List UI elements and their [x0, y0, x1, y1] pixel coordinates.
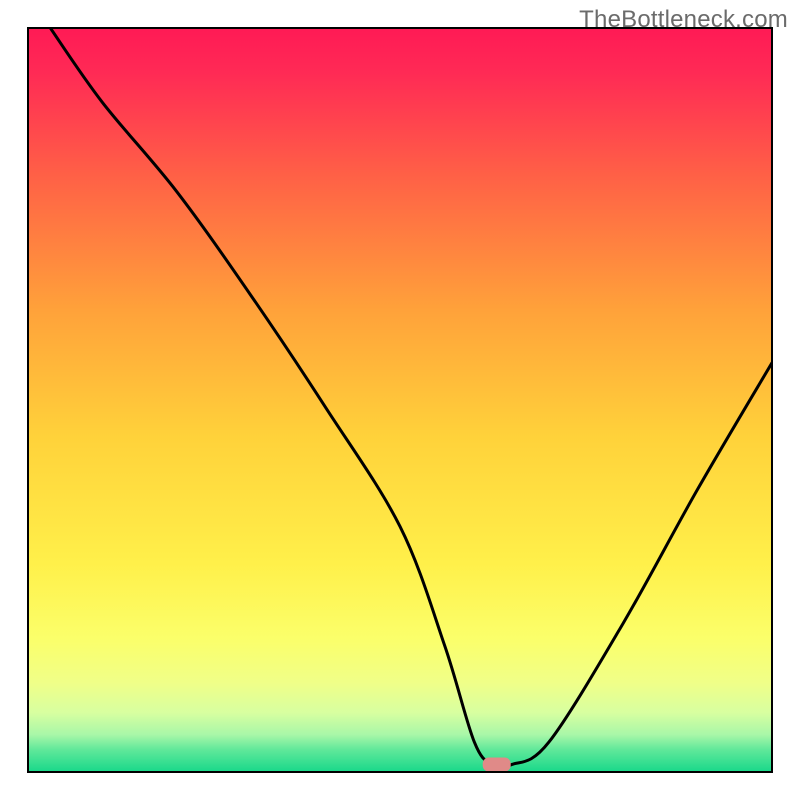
- chart-svg: [0, 0, 800, 800]
- min-marker: [483, 758, 511, 772]
- bottleneck-chart: TheBottleneck.com: [0, 0, 800, 800]
- plot-background: [28, 28, 772, 772]
- watermark-label: TheBottleneck.com: [579, 6, 788, 34]
